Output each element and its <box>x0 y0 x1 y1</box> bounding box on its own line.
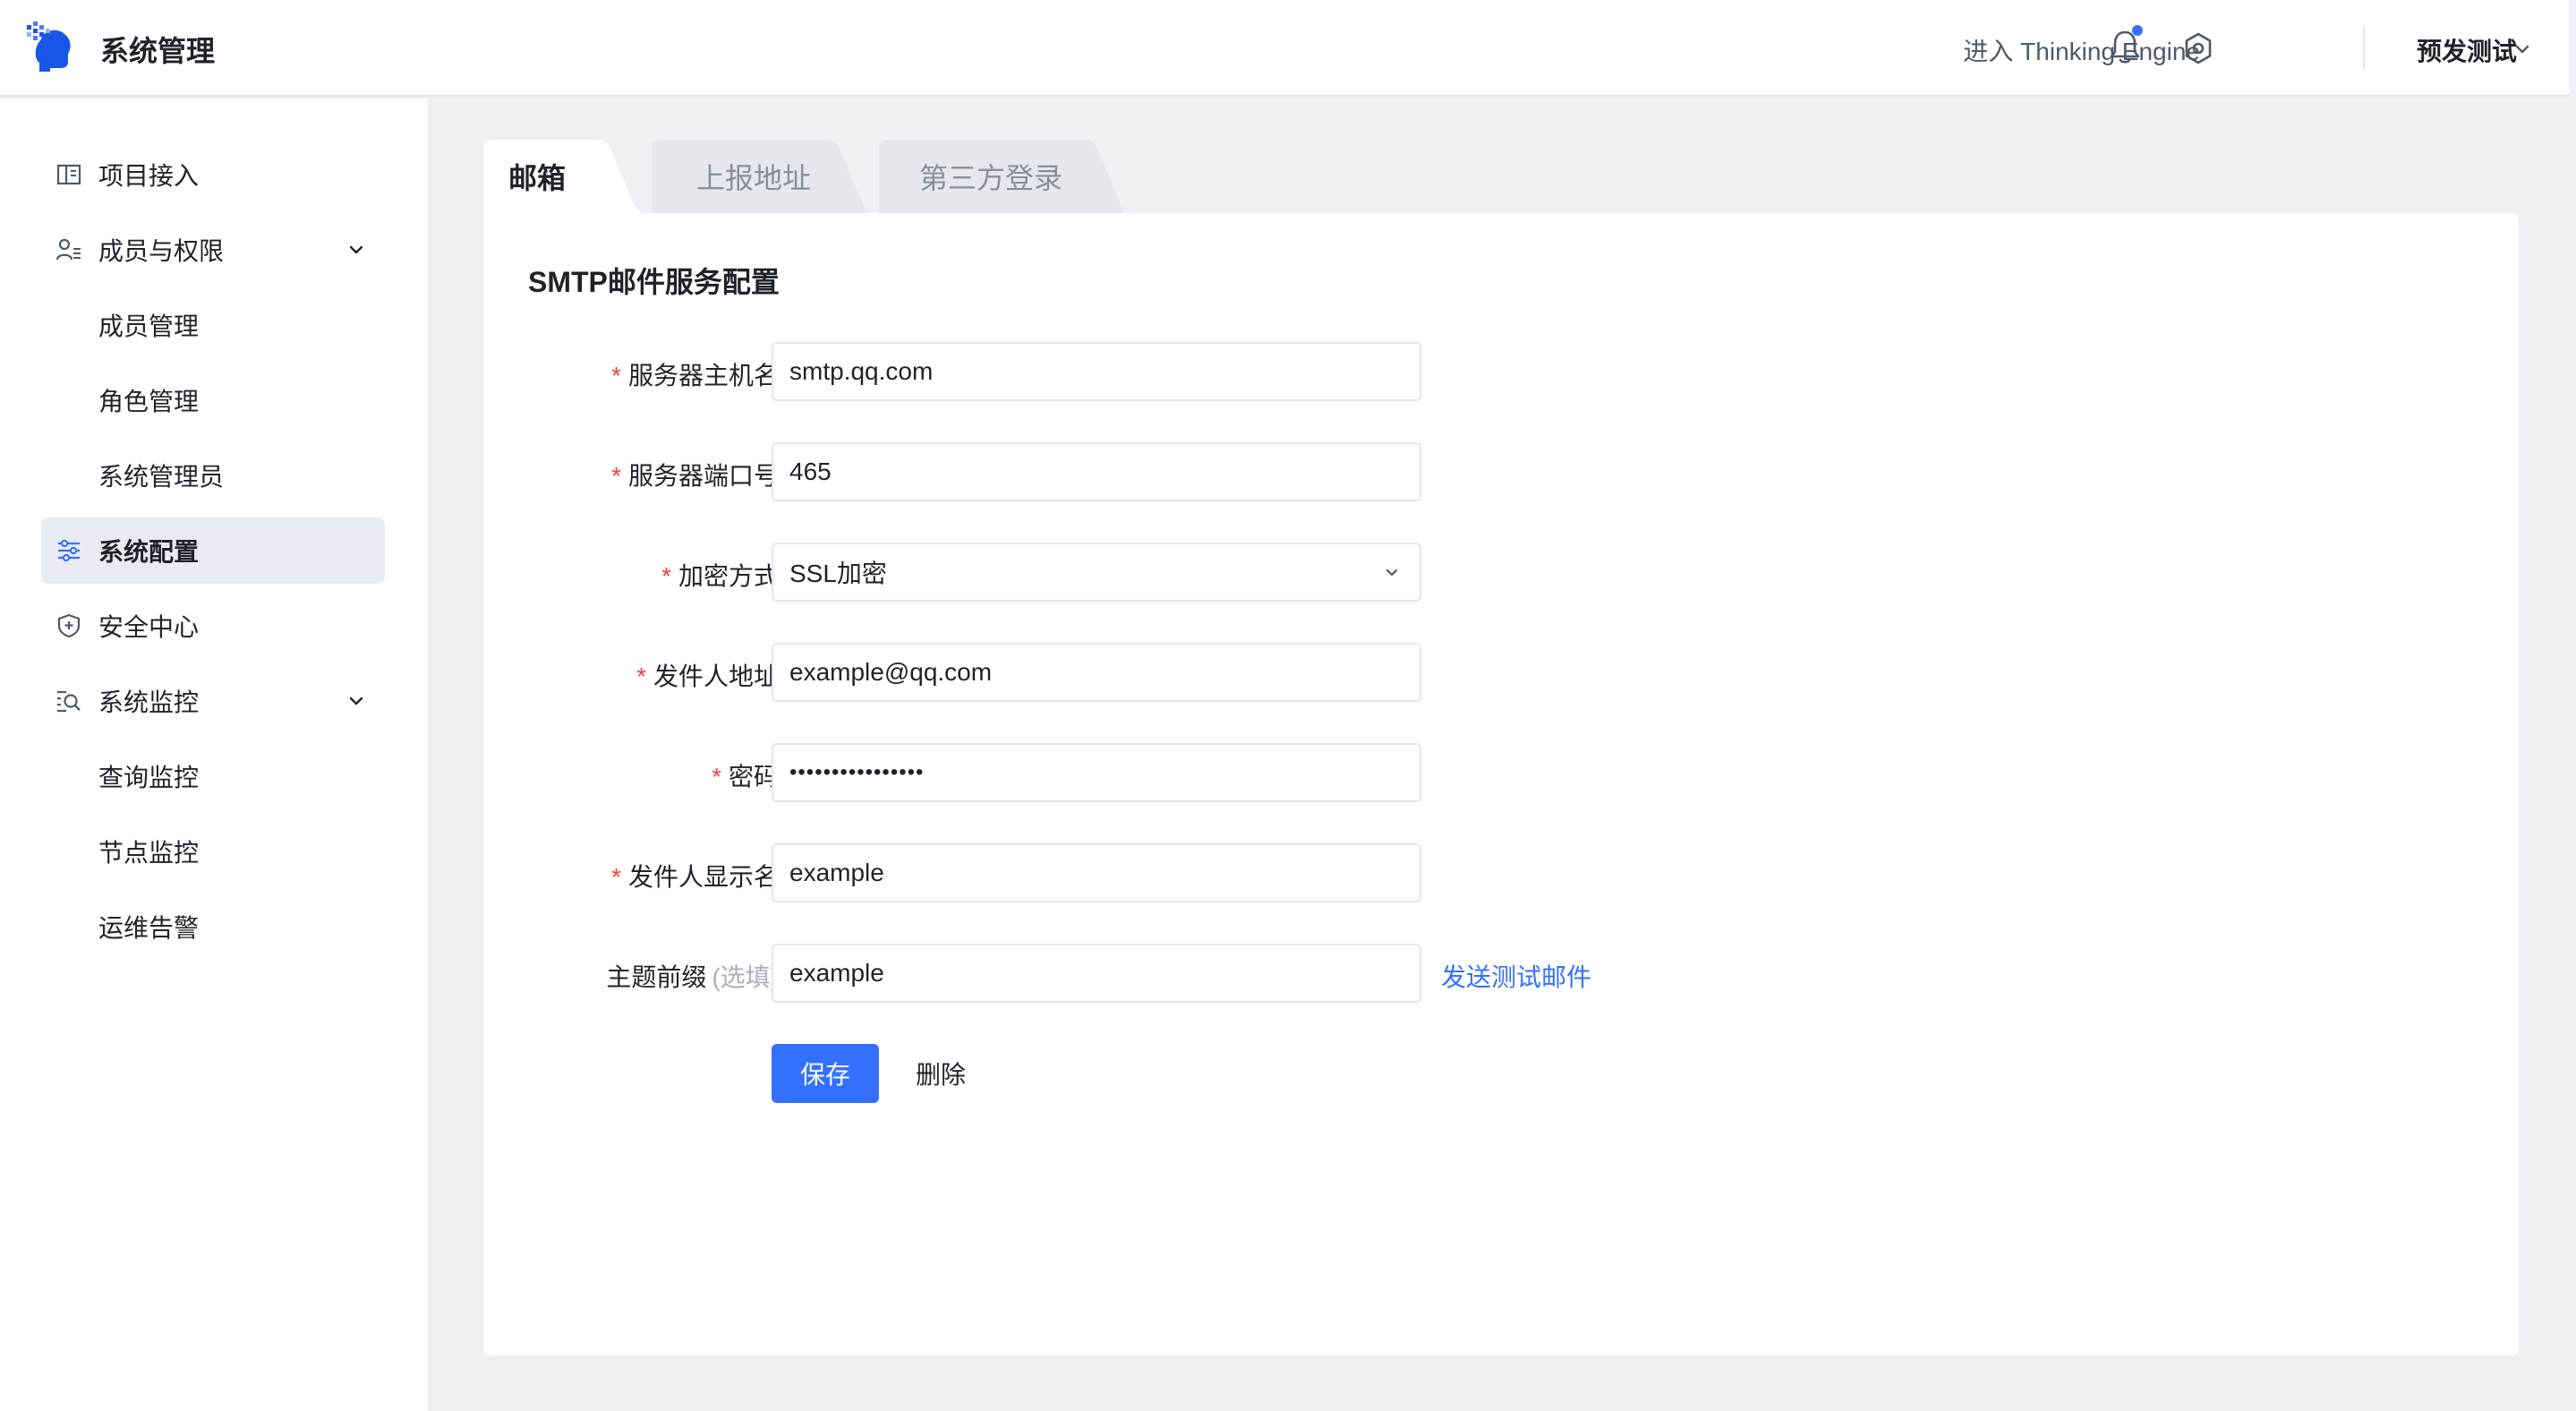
environment-selector[interactable]: 预发测试 <box>2417 32 2517 68</box>
sidebar-item-system-admins[interactable]: 系统管理员 <box>41 442 385 509</box>
tab-report-address[interactable]: 上报地址 <box>652 140 866 213</box>
sidebar-item-project-access[interactable]: 项目接入 <box>41 141 385 208</box>
app-title: 系统管理 <box>100 35 216 67</box>
project-icon <box>56 164 81 185</box>
sidebar-item-node-monitor[interactable]: 节点监控 <box>41 818 385 885</box>
notification-dot <box>2132 25 2143 36</box>
encryption-select[interactable]: SSL加密 <box>772 543 1421 602</box>
delete-button[interactable]: 删除 <box>900 1044 981 1103</box>
required-asterisk: * <box>611 863 621 891</box>
password-input[interactable]: •••••••••••••••• <box>772 743 1421 802</box>
required-asterisk: * <box>661 562 671 590</box>
field-label: * 加密方式 <box>661 562 779 590</box>
smtp-config-card: SMTP邮件服务配置 * 服务器主机名 smtp.qq.com * 服务器端口号 4… <box>483 213 2519 1355</box>
tab-label: 邮箱 <box>508 162 566 194</box>
sidebar-item-role-management[interactable]: 角色管理 <box>41 367 385 433</box>
field-label: * 发件人地址 <box>636 663 779 690</box>
tab-email[interactable]: 邮箱 <box>483 140 644 213</box>
tab-third-party-login[interactable]: 第三方登录 <box>879 140 1124 213</box>
form-row-host: * 服务器主机名 smtp.qq.com <box>483 342 2519 401</box>
sidebar-item-label: 安全中心 <box>98 613 200 641</box>
monitor-search-icon <box>57 690 81 713</box>
chevron-down-icon[interactable] <box>2513 43 2531 56</box>
subject-prefix-input[interactable]: example <box>772 944 1421 1003</box>
members-icon <box>55 238 81 261</box>
app-logo-icon[interactable] <box>23 20 79 75</box>
shield-icon <box>57 613 81 638</box>
form-row-subject-prefix: 主题前缀 (选填) example 发送测试邮件 <box>483 944 2519 1003</box>
sidebar-item-label: 查询监控 <box>98 764 200 791</box>
field-label: * 发件人显示名 <box>611 863 779 891</box>
sidebar-item-label: 成员管理 <box>98 312 200 340</box>
smtp-host-input[interactable]: smtp.qq.com <box>772 342 1421 401</box>
form-row-encryption: * 加密方式 SSL加密 <box>483 543 2519 602</box>
gear-icon[interactable] <box>2180 30 2216 66</box>
sender-address-input[interactable]: example@qq.com <box>772 643 1421 702</box>
header-edge <box>2569 0 2576 97</box>
sidebar-item-ops-alerts[interactable]: 运维告警 <box>41 894 385 960</box>
chevron-down-icon[interactable] <box>347 244 365 256</box>
sidebar-item-label: 系统监控 <box>98 688 200 716</box>
sidebar-item-label: 项目接入 <box>98 162 200 190</box>
optional-hint: (选填) <box>712 963 779 991</box>
field-label: * 服务器主机名 <box>611 362 779 389</box>
sidebar-item-member-management[interactable]: 成员管理 <box>41 292 385 358</box>
smtp-port-input[interactable]: 465 <box>772 442 1421 501</box>
field-label: 主题前缀 (选填) <box>606 963 779 991</box>
form-row-sender-address: * 发件人地址 example@qq.com <box>483 643 2519 702</box>
enter-thinking-engine-link[interactable]: 进入 Thinking Engine <box>1963 32 2200 68</box>
sidebar-item-system-config[interactable]: 系统配置 <box>41 517 385 584</box>
sidebar-item-label: 成员与权限 <box>98 237 225 265</box>
required-asterisk: * <box>636 663 646 690</box>
sidebar-item-label: 运维告警 <box>98 914 200 942</box>
sidebar: 项目接入 成员与权限 成员管理 角色管理 系统管理员 系统配置 安全中心 系统监… <box>0 98 428 1411</box>
sidebar-item-label: 系统配置 <box>98 538 200 566</box>
form-row-password: * 密码 •••••••••••••••• <box>483 743 2519 802</box>
sidebar-item-query-monitor[interactable]: 查询监控 <box>41 743 385 809</box>
sidebar-item-system-monitor[interactable]: 系统监控 <box>41 668 385 734</box>
encryption-select-value: SSL加密 <box>789 560 887 587</box>
required-asterisk: * <box>611 462 621 490</box>
settings-sliders-icon <box>58 539 80 562</box>
sidebar-item-label: 角色管理 <box>98 388 200 415</box>
field-label: * 服务器端口号 <box>611 462 779 490</box>
top-header: 系统管理 进入 Thinking Engine 预发测试 <box>0 0 2576 97</box>
sender-display-name-input[interactable]: example <box>772 843 1421 902</box>
sidebar-item-label: 系统管理员 <box>98 463 225 491</box>
save-button[interactable]: 保存 <box>772 1044 879 1103</box>
form-row-port: * 服务器端口号 465 <box>483 442 2519 501</box>
sidebar-item-label: 节点监控 <box>98 839 200 867</box>
required-asterisk: * <box>611 362 621 389</box>
tab-label: 第三方登录 <box>918 162 1062 194</box>
send-test-email-link[interactable]: 发送测试邮件 <box>1441 958 1591 994</box>
sidebar-item-members-permissions[interactable]: 成员与权限 <box>41 217 385 283</box>
tab-label: 上报地址 <box>695 162 811 194</box>
form-row-sender-name: * 发件人显示名 example <box>483 843 2519 902</box>
required-asterisk: * <box>712 763 721 791</box>
section-title: SMTP邮件服务配置 <box>528 266 780 298</box>
header-divider <box>2363 27 2365 70</box>
chevron-down-icon[interactable] <box>347 695 365 707</box>
sidebar-item-security-center[interactable]: 安全中心 <box>41 593 385 659</box>
field-label: * 密码 <box>712 763 779 791</box>
chevron-down-icon[interactable] <box>1384 568 1400 578</box>
